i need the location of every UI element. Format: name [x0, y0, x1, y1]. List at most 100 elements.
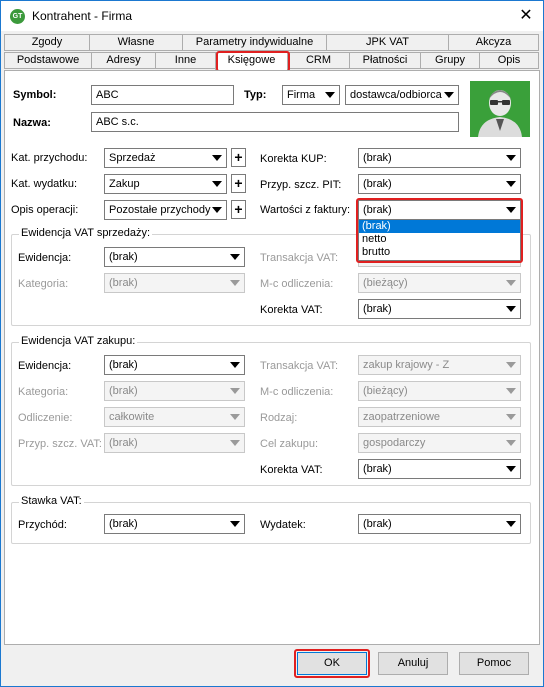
przyp-pit-label: Przyp. szcz. PIT: — [260, 179, 342, 191]
sprz-korekta-select[interactable]: (brak) — [358, 299, 521, 319]
rodzaj-select[interactable]: dostawca/odbiorca — [345, 85, 459, 105]
typ-select[interactable]: Firma — [282, 85, 340, 105]
rodzaj-value: dostawca/odbiorca — [350, 89, 442, 101]
sprz-kategoria-select[interactable]: (brak) — [104, 273, 245, 293]
stawka-wydatek-select[interactable]: (brak) — [358, 514, 521, 534]
chevron-down-icon — [230, 414, 240, 420]
chevron-down-icon — [506, 362, 516, 368]
zak-kategoria-select[interactable]: (brak) — [104, 381, 245, 401]
zak-cel-select[interactable]: gospodarczy — [358, 433, 521, 453]
tab-inne[interactable]: Inne — [155, 52, 216, 69]
zak-ewidencja-value: (brak) — [109, 359, 138, 371]
zak-odliczenie-label: Odliczenie: — [18, 412, 73, 424]
add-opis-operacji-button[interactable]: + — [231, 200, 246, 219]
sprz-transakcja-label: Transakcja VAT: — [260, 252, 339, 264]
add-kat-wydatku-button[interactable]: + — [231, 174, 246, 193]
tab-wlasne[interactable]: Własne — [89, 34, 183, 51]
przyp-pit-value: (brak) — [363, 178, 392, 190]
chevron-down-icon — [506, 388, 516, 394]
tab-grupy[interactable]: Grupy — [420, 52, 480, 69]
zak-korekta-value: (brak) — [363, 463, 392, 475]
zak-transakcja-label: Transakcja VAT: — [260, 360, 339, 372]
zak-cel-value: gospodarczy — [363, 437, 426, 449]
symbol-label: Symbol: — [13, 89, 57, 101]
chevron-down-icon — [230, 362, 240, 368]
sprz-ewidencja-select[interactable]: (brak) — [104, 247, 245, 267]
korekta-kup-select[interactable]: (brak) — [358, 148, 521, 168]
kat-wydatku-label: Kat. wydatku: — [11, 178, 78, 190]
sprz-kategoria-label: Kategoria: — [18, 278, 69, 290]
zak-mc-label: M-c odliczenia: — [260, 386, 334, 398]
zak-odliczenie-select[interactable]: całkowite — [104, 407, 245, 427]
zak-kategoria-label: Kategoria: — [18, 386, 69, 398]
tab-opis[interactable]: Opis — [479, 52, 539, 69]
opis-operacji-select[interactable]: Pozostałe przychody — [104, 200, 227, 220]
stawka-vat-title: Stawka VAT: — [19, 495, 84, 507]
app-logo-icon: GT — [10, 9, 25, 24]
tab-jpk-vat[interactable]: JPK VAT — [326, 34, 449, 51]
stawka-wydatek-value: (brak) — [363, 518, 392, 530]
ok-highlight — [294, 649, 370, 678]
chevron-down-icon — [212, 207, 222, 213]
add-kat-przychodu-button[interactable]: + — [231, 148, 246, 167]
chevron-down-icon — [325, 92, 335, 98]
tab-podstawowe[interactable]: Podstawowe — [4, 52, 92, 69]
zak-kategoria-value: (brak) — [109, 385, 138, 397]
nazwa-field[interactable]: ABC s.c. — [91, 112, 459, 132]
chevron-down-icon — [230, 280, 240, 286]
zak-przyp-label: Przyp. szcz. VAT: — [18, 438, 102, 450]
stawka-przychod-select[interactable]: (brak) — [104, 514, 245, 534]
zak-transakcja-value: zakup krajowy - Z — [363, 359, 450, 371]
sprz-mc-select[interactable]: (bieżący) — [358, 273, 521, 293]
zak-mc-value: (bieżący) — [363, 385, 408, 397]
tab-platnosci[interactable]: Płatności — [349, 52, 421, 69]
zak-ewidencja-label: Ewidencja: — [18, 360, 72, 372]
tab-adresy[interactable]: Adresy — [91, 52, 156, 69]
opis-operacji-label: Opis operacji: — [11, 204, 79, 216]
dropdown-highlight — [356, 198, 523, 263]
chevron-down-icon — [230, 388, 240, 394]
chevron-down-icon — [212, 181, 222, 187]
tab-akcyza[interactable]: Akcyza — [448, 34, 539, 51]
avatar — [470, 81, 530, 137]
close-button[interactable]: ✕ — [511, 3, 541, 29]
help-button[interactable]: Pomoc — [459, 652, 529, 675]
przyp-pit-select[interactable]: (brak) — [358, 174, 521, 194]
symbol-field[interactable]: ABC — [91, 85, 234, 105]
typ-value: Firma — [287, 89, 316, 101]
sprz-ewidencja-value: (brak) — [109, 251, 138, 263]
chevron-down-icon — [506, 440, 516, 446]
zak-rodzaj-label: Rodzaj: — [260, 412, 298, 424]
cancel-button[interactable]: Anuluj — [378, 652, 448, 675]
kat-przychodu-select[interactable]: Sprzedaż — [104, 148, 227, 168]
dialog-window: GT Kontrahent - Firma ✕ Zgody Własne Par… — [0, 0, 544, 687]
kat-wydatku-value: Zakup — [109, 178, 140, 190]
zak-ewidencja-select[interactable]: (brak) — [104, 355, 245, 375]
tab-crm[interactable]: CRM — [287, 52, 350, 69]
stawka-przychod-label: Przychód: — [18, 519, 67, 531]
chevron-down-icon — [230, 521, 240, 527]
stawka-przychod-value: (brak) — [109, 518, 138, 530]
zak-rodzaj-select[interactable]: zaopatrzeniowe — [358, 407, 521, 427]
zak-transakcja-select[interactable]: zakup krajowy - Z — [358, 355, 521, 375]
opis-operacji-value: Pozostałe przychody — [109, 204, 211, 216]
kat-wydatku-select[interactable]: Zakup — [104, 174, 227, 194]
chevron-down-icon — [444, 92, 454, 98]
kat-przychodu-value: Sprzedaż — [109, 152, 156, 164]
tab-parametry-indywidualne[interactable]: Parametry indywidualne — [182, 34, 327, 51]
chevron-down-icon — [230, 254, 240, 260]
zak-mc-select[interactable]: (bieżący) — [358, 381, 521, 401]
tab-zgody[interactable]: Zgody — [4, 34, 90, 51]
zak-korekta-label: Korekta VAT: — [260, 464, 323, 476]
wartosci-label: Wartości z faktury: — [260, 204, 351, 216]
zak-korekta-select[interactable]: (brak) — [358, 459, 521, 479]
zak-przyp-select[interactable]: (brak) — [104, 433, 245, 453]
chevron-down-icon — [230, 440, 240, 446]
sprz-korekta-value: (brak) — [363, 303, 392, 315]
chevron-down-icon — [506, 280, 516, 286]
korekta-kup-label: Korekta KUP: — [260, 153, 327, 165]
chevron-down-icon — [506, 306, 516, 312]
window-title: Kontrahent - Firma — [32, 9, 133, 23]
zak-przyp-value: (brak) — [109, 437, 138, 449]
zak-cel-label: Cel zakupu: — [260, 438, 319, 450]
